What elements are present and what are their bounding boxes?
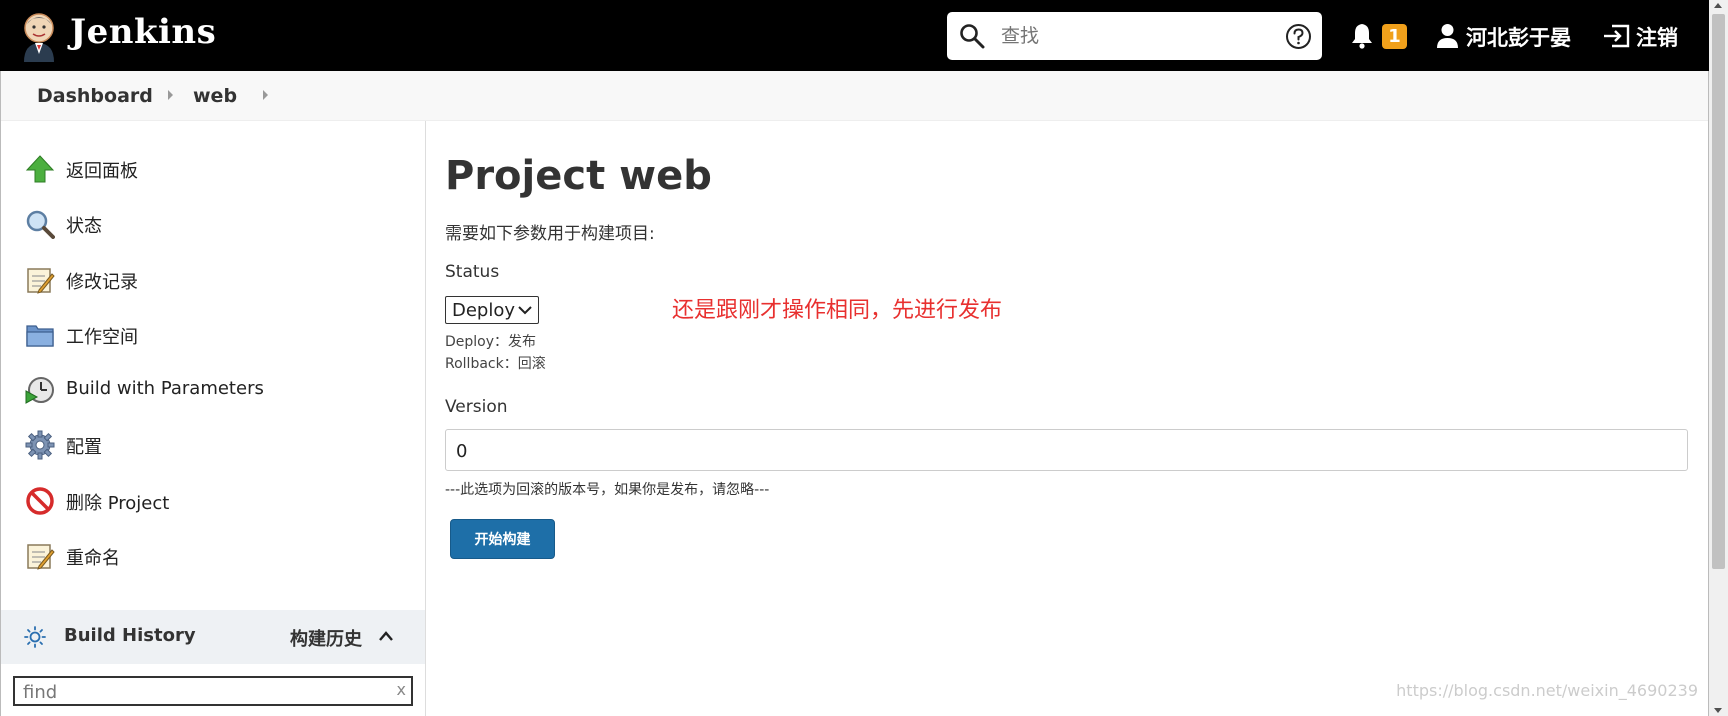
clear-filter-button[interactable]: x (397, 680, 406, 699)
sidebar-item-label: 配置 (66, 437, 102, 458)
breadcrumb-separator-icon[interactable] (263, 90, 268, 100)
sidebar: 返回面板 状态 修改记录 工作空间 Build with Parameters … (1, 121, 426, 716)
sidebar-item-rename[interactable]: 重命名 (25, 539, 405, 573)
main-content: Project web 需要如下参数用于构建项目: Status Deploy … (427, 121, 1708, 716)
search-box[interactable] (947, 12, 1322, 60)
up-arrow-icon (25, 155, 55, 183)
build-history-trend-link[interactable]: 构建历史 (290, 625, 362, 651)
brand-name[interactable]: Jenkins (70, 12, 216, 52)
sidebar-item-delete-project[interactable]: 删除 Project (25, 484, 405, 518)
scrollbar-thumb[interactable] (1712, 14, 1725, 569)
start-build-button[interactable]: 开始构建 (450, 519, 555, 559)
sidebar-item-label: 状态 (66, 216, 102, 237)
search-icon (960, 24, 985, 49)
sidebar-item-label: 修改记录 (66, 272, 138, 293)
build-history-filter-input[interactable] (21, 680, 381, 704)
build-history-trend-icon[interactable] (24, 626, 46, 648)
jenkins-logo-icon[interactable] (18, 10, 60, 62)
version-input[interactable] (454, 438, 1654, 464)
version-field[interactable] (445, 429, 1688, 471)
chevron-up-icon[interactable] (378, 630, 394, 642)
sidebar-item-back-to-dashboard[interactable]: 返回面板 (25, 152, 405, 186)
sidebar-item-label: 重命名 (66, 548, 120, 569)
breadcrumb-web[interactable]: web (193, 85, 237, 107)
build-history-title: Build History (64, 625, 196, 646)
search-input[interactable] (999, 20, 1259, 52)
notepad-icon (27, 268, 55, 294)
sidebar-item-status[interactable]: 状态 (25, 207, 405, 241)
breadcrumb: Dashboard web (1, 71, 1708, 121)
page-description: 需要如下参数用于构建项目: (445, 224, 655, 244)
sidebar-item-label: 返回面板 (66, 161, 138, 182)
sidebar-item-configure[interactable]: 配置 (25, 428, 405, 462)
sidebar-item-workspace[interactable]: 工作空间 (25, 318, 405, 352)
sidebar-item-label: Build with Parameters (66, 378, 264, 399)
sidebar-item-changes[interactable]: 修改记录 (25, 263, 405, 297)
version-param-label: Version (445, 397, 508, 417)
chevron-down-icon (518, 306, 532, 315)
status-hint-rollback: Rollback：回滚 (445, 356, 546, 372)
magnifier-icon (26, 210, 55, 239)
annotation-note: 还是跟刚才操作相同，先进行发布 (672, 298, 1003, 323)
page-title: Project web (445, 153, 712, 199)
user-name-link[interactable]: 河北彭于晏 (1466, 22, 1571, 52)
breadcrumb-dashboard[interactable]: Dashboard (37, 85, 153, 107)
notepad-icon (27, 544, 55, 570)
bell-icon[interactable] (1350, 22, 1374, 49)
sidebar-item-label: 删除 Project (66, 493, 170, 514)
build-history-filter[interactable]: x (13, 676, 413, 706)
no-entry-icon (26, 487, 54, 515)
breadcrumb-separator-icon[interactable] (168, 90, 173, 100)
status-selected-value: Deploy (452, 300, 516, 321)
user-icon[interactable] (1436, 23, 1459, 48)
gear-icon (25, 430, 55, 460)
watermark: https://blog.csdn.net/weixin_4690239 (1396, 681, 1698, 700)
top-header: Jenkins 1 河北彭于晏 注销 (0, 0, 1709, 71)
logout-icon[interactable] (1602, 24, 1630, 48)
scroll-up-arrow-icon[interactable] (1714, 3, 1722, 8)
sidebar-item-label: 工作空间 (66, 327, 138, 348)
vertical-scrollbar[interactable] (1709, 0, 1728, 716)
status-select[interactable]: Deploy (445, 296, 539, 324)
status-param-label: Status (445, 262, 500, 282)
sidebar-item-build-with-parameters[interactable]: Build with Parameters (25, 373, 405, 407)
logout-link[interactable]: 注销 (1636, 22, 1678, 52)
folder-icon (26, 325, 54, 347)
status-hint-deploy: Deploy：发布 (445, 334, 537, 350)
notification-badge[interactable]: 1 (1382, 24, 1407, 49)
version-hint: ---此选项为回滚的版本号，如果你是发布，请忽略--- (445, 482, 770, 498)
build-history-header[interactable]: Build History 构建历史 (1, 610, 425, 664)
clock-play-icon (25, 377, 54, 404)
help-icon[interactable] (1285, 23, 1312, 50)
scroll-down-arrow-icon[interactable] (1714, 708, 1722, 713)
